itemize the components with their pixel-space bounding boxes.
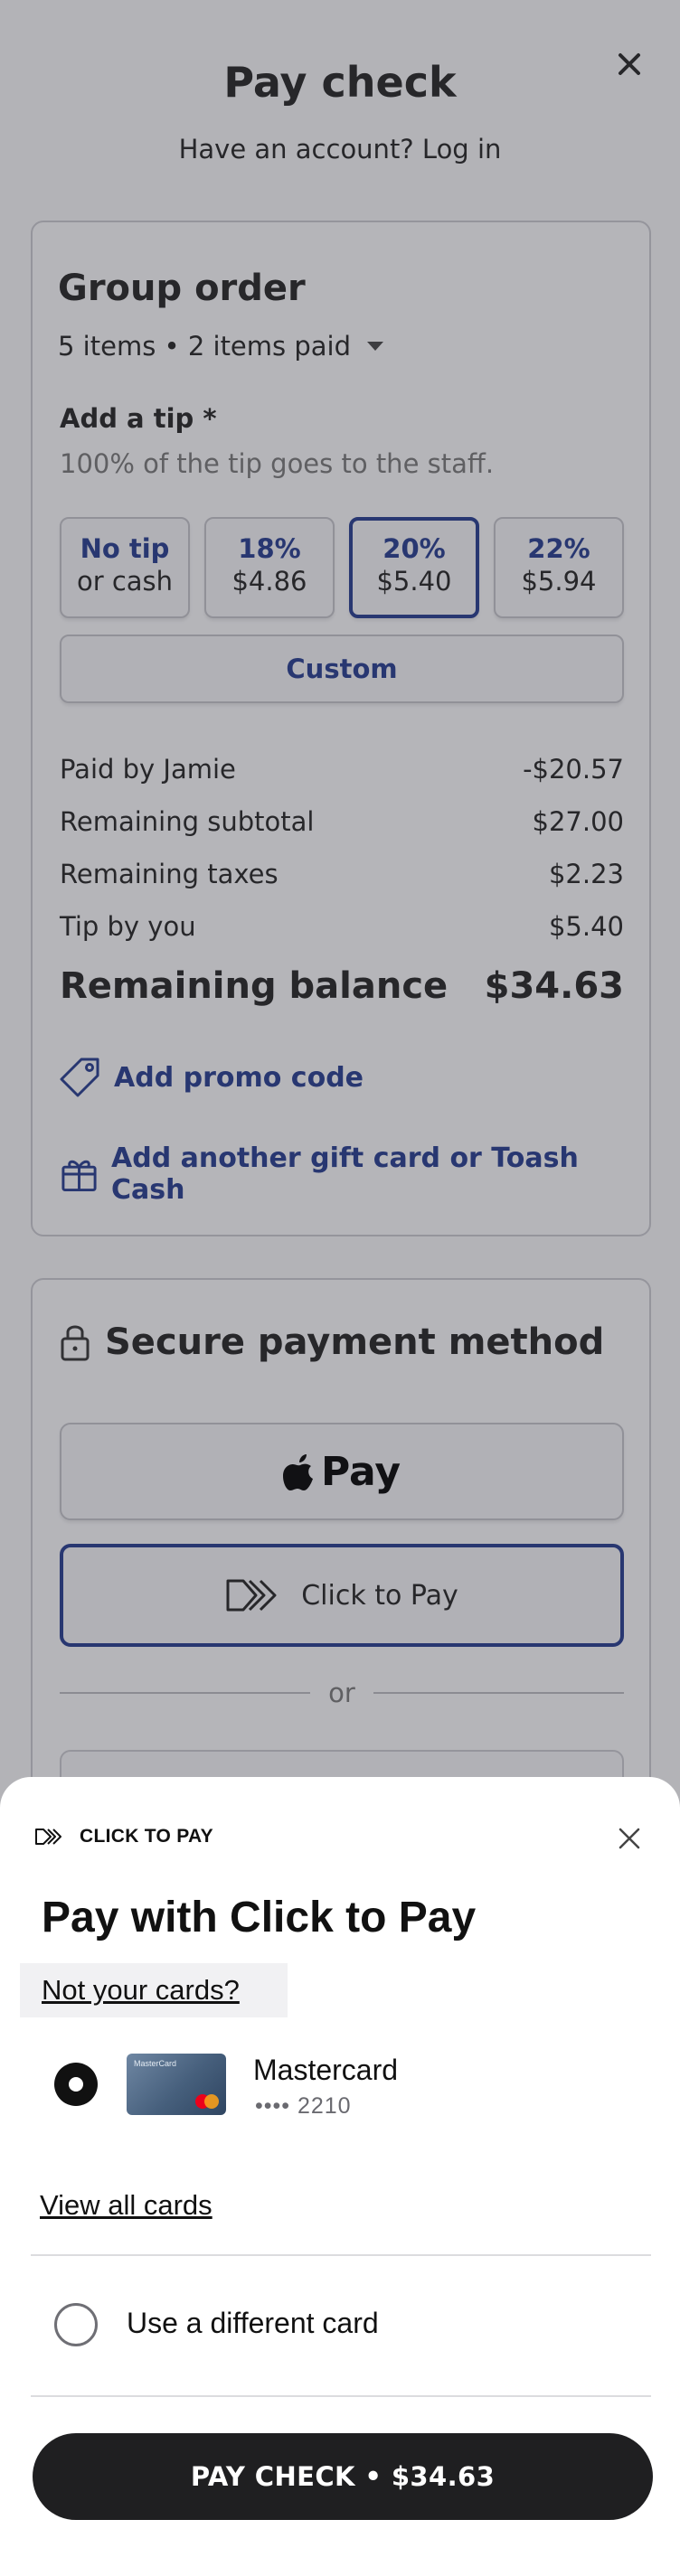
click-to-pay-sheet: CLICK TO PAY Pay with Click to Pay Not y… — [0, 1777, 680, 2576]
click-to-pay-brand: CLICK TO PAY — [34, 1826, 213, 1847]
mastercard-logo-icon — [195, 2094, 219, 2109]
divider — [31, 2254, 651, 2256]
mastercard-radio[interactable] — [54, 2063, 98, 2106]
card-art-text: MasterCard — [134, 2059, 177, 2068]
use-different-card-option[interactable]: Use a different card — [127, 2307, 379, 2340]
sheet-title: Pay with Click to Pay — [42, 1894, 477, 1941]
not-your-cards-link[interactable]: Not your cards? — [20, 1963, 288, 2017]
view-all-cards-link[interactable]: View all cards — [40, 2189, 212, 2222]
divider — [31, 2395, 651, 2397]
different-card-radio[interactable] — [54, 2303, 98, 2346]
pay-check-button[interactable]: PAY CHECK • $34.63 — [33, 2433, 653, 2520]
card-number: •••• 2210 — [255, 2093, 352, 2119]
card-name: Mastercard — [253, 2054, 399, 2086]
mastercard-card-image: MasterCard — [127, 2054, 226, 2115]
brand-label: CLICK TO PAY — [80, 1826, 213, 1847]
close-icon[interactable] — [617, 1826, 642, 1851]
click-to-pay-icon — [35, 1829, 61, 1845]
